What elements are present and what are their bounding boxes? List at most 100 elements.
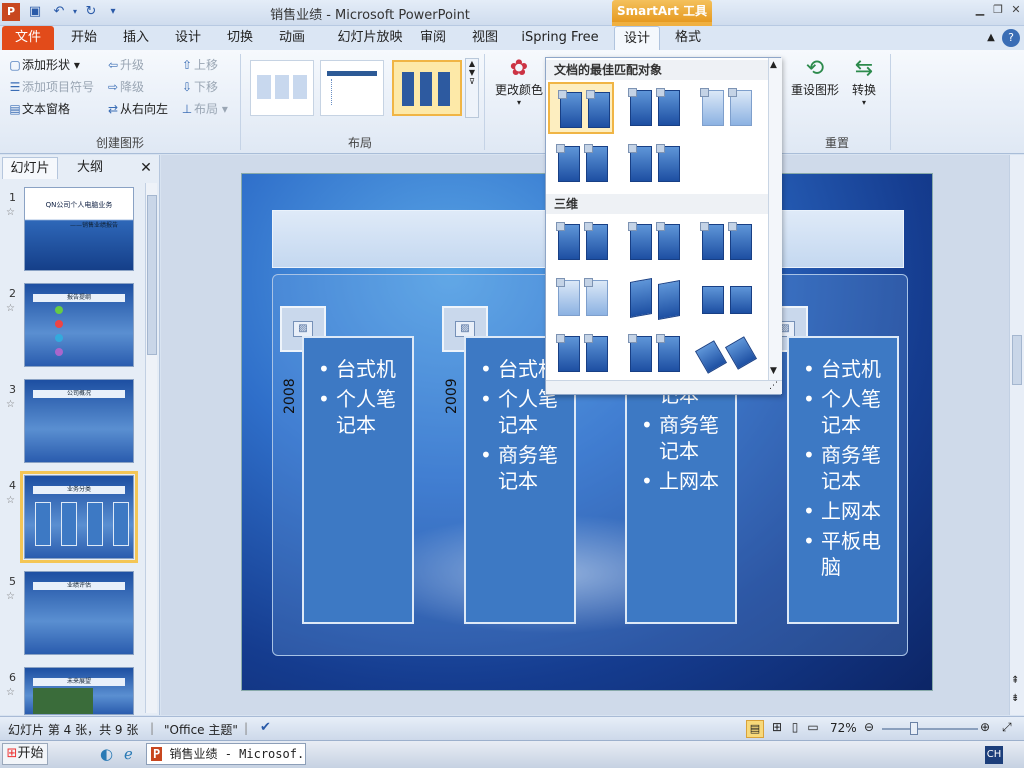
style-option-simple[interactable] — [548, 82, 614, 134]
tab-view[interactable]: 视图 — [462, 26, 508, 50]
prev-slide-icon[interactable]: ⇞ — [1011, 675, 1019, 686]
transition-star-icon: ☆ — [6, 591, 15, 602]
layout-option-3-selected[interactable] — [392, 60, 462, 116]
style-option-3d-5[interactable] — [620, 272, 686, 324]
style-option-3d-7[interactable] — [548, 328, 614, 380]
zoom-out-icon[interactable]: ⊖ — [864, 720, 874, 734]
theme-name[interactable]: "Office 主题" — [164, 721, 238, 738]
slide-thumb-6[interactable]: 未来展望 — [24, 667, 134, 715]
add-shape-button[interactable]: ▢添加形状 ▾ — [8, 56, 80, 73]
reset-graphic-button[interactable]: ⟲ 重设图形 — [790, 56, 840, 98]
slide-thumb-4-selected[interactable]: 业务分类 — [20, 471, 138, 563]
fit-to-window-icon[interactable]: ⤢ — [1002, 720, 1012, 735]
status-bar: 幻灯片 第 4 张，共 9 张 | "Office 主题" | ✔ ▤ ⊞ ▯ … — [0, 716, 1024, 740]
tab-smartart-design[interactable]: 设计 — [614, 26, 660, 50]
layout-option-2[interactable] — [320, 60, 384, 116]
slide-thumb-3[interactable]: 公司概况 — [24, 379, 134, 463]
text-pane-button[interactable]: ▤文本窗格 — [8, 100, 70, 117]
move-up-button[interactable]: ⇧ 上移 — [180, 56, 218, 73]
tab-review[interactable]: 审阅 — [410, 26, 456, 50]
timeline-card-4[interactable]: 台式机 个人笔记本 商务笔记本 上网本 平板电脑 — [787, 336, 899, 624]
add-bullet-icon: ☰ — [9, 80, 21, 94]
style-block-square — [656, 144, 665, 153]
tab-transitions[interactable]: 切换 — [216, 26, 264, 50]
slide-thumb-5[interactable]: 业绩评估 — [24, 571, 134, 655]
convert-button[interactable]: ⇆ 转换 ▾ — [846, 56, 882, 107]
tab-outline[interactable]: 大纲 — [62, 157, 118, 179]
zoom-slider[interactable] — [882, 728, 978, 730]
context-band — [612, 22, 712, 26]
scroll-up-icon[interactable]: ▲ — [770, 60, 777, 70]
style-option-3d-8[interactable] — [620, 328, 686, 380]
transition-star-icon: ☆ — [6, 399, 15, 410]
dropdown-scrollbar[interactable]: ▲ ▼ — [768, 58, 782, 380]
tab-ispring[interactable]: iSpring Free — [514, 26, 606, 50]
scroll-down-icon[interactable]: ▼ — [770, 366, 777, 376]
collapse-ribbon-icon[interactable]: ▲ — [982, 26, 1000, 50]
add-bullet-button[interactable]: ☰ 添加项目符号 — [8, 78, 94, 95]
tab-file[interactable]: 文件 — [2, 26, 54, 50]
slides-pane-scrollbar[interactable] — [145, 183, 157, 713]
spell-check-icon[interactable]: ✔ — [260, 720, 271, 735]
card-item: 商务笔记本 — [639, 412, 725, 464]
help-icon[interactable]: ? — [1002, 29, 1020, 47]
quicklaunch-icon[interactable]: ◐ — [100, 745, 113, 763]
tab-smartart-format[interactable]: 格式 — [664, 26, 712, 50]
right-to-left-button[interactable]: ⇄ 从右向左 — [106, 100, 168, 117]
zoom-slider-thumb[interactable] — [910, 722, 918, 735]
layout-gallery-scroll[interactable]: ▲ ▼ ⊽ — [465, 58, 479, 118]
editor-scrollbar[interactable]: ⇞ ⇟ — [1009, 155, 1024, 715]
transition-star-icon: ☆ — [6, 495, 15, 506]
slide-thumb-2[interactable]: 报告提纲 — [24, 283, 134, 367]
tab-insert[interactable]: 插入 — [112, 26, 160, 50]
tab-slides[interactable]: 幻灯片 — [2, 157, 58, 179]
timeline-card-1[interactable]: 台式机 个人笔记本 — [302, 336, 414, 624]
slide-sorter-icon[interactable]: ⊞ — [768, 720, 786, 734]
zoom-level[interactable]: 72% — [830, 721, 857, 735]
zoom-in-icon[interactable]: ⊕ — [980, 720, 990, 734]
arrow-left-icon: ⇦ — [107, 58, 119, 72]
convert-icon: ⇆ — [854, 56, 874, 81]
style-option-subtle[interactable] — [620, 82, 686, 134]
taskbar-powerpoint[interactable]: P 销售业绩 - Microsof... — [146, 743, 306, 765]
slide-thumb-1[interactable]: QN公司个人电脑业务 ——销售业绩报告 — [24, 187, 134, 271]
start-button[interactable]: ⊞开始 — [2, 743, 48, 765]
move-down-button[interactable]: ⇩ 下移 — [180, 78, 218, 95]
slideshow-icon[interactable]: ▭ — [804, 720, 822, 734]
change-colors-button[interactable]: ✿ 更改颜色 ▾ — [494, 56, 544, 107]
scroll-thumb[interactable] — [1012, 335, 1022, 385]
resize-grip-icon[interactable]: ⋰ — [546, 380, 782, 394]
tab-design[interactable]: 设计 — [164, 26, 212, 50]
close-pane-icon[interactable]: ✕ — [136, 157, 156, 179]
internet-explorer-icon[interactable]: ℯ — [124, 745, 133, 763]
style-option-3d-6[interactable] — [692, 272, 758, 324]
restore-icon[interactable]: ❐ — [988, 2, 1008, 18]
tab-home[interactable]: 开始 — [60, 26, 108, 50]
promote-button[interactable]: ⇦ 升级 — [106, 56, 144, 73]
style-block — [584, 278, 608, 316]
reading-view-icon[interactable]: ▯ — [786, 720, 804, 734]
close-icon[interactable]: ✕ — [1006, 2, 1024, 18]
tab-animations[interactable]: 动画 — [268, 26, 316, 50]
style-option-light[interactable] — [692, 82, 758, 134]
style-block — [656, 88, 680, 126]
scroll-thumb[interactable] — [147, 195, 157, 355]
style-option-moderate[interactable] — [548, 138, 614, 190]
style-option-3d-9[interactable] — [692, 328, 758, 380]
style-block-square — [628, 88, 637, 97]
minimize-icon[interactable]: ▁ — [970, 2, 990, 18]
normal-view-icon[interactable]: ▤ — [746, 720, 764, 738]
style-option-3d-1[interactable] — [548, 216, 614, 268]
style-option-3d-3[interactable] — [692, 216, 758, 268]
layout-button[interactable]: ⊥ 布局 ▾ — [180, 100, 228, 117]
style-option-3d-2[interactable] — [620, 216, 686, 268]
tab-slideshow[interactable]: 幻灯片放映 — [320, 26, 420, 50]
style-option-intense[interactable] — [620, 138, 686, 190]
layout-shape — [420, 72, 432, 106]
style-option-3d-4[interactable] — [548, 272, 614, 324]
layout-option-1[interactable] — [250, 60, 314, 116]
ime-indicator[interactable]: CH — [985, 746, 1003, 764]
next-slide-icon[interactable]: ⇟ — [1011, 693, 1019, 704]
layout-shape — [257, 75, 271, 99]
demote-button[interactable]: ⇨ 降级 — [106, 78, 144, 95]
